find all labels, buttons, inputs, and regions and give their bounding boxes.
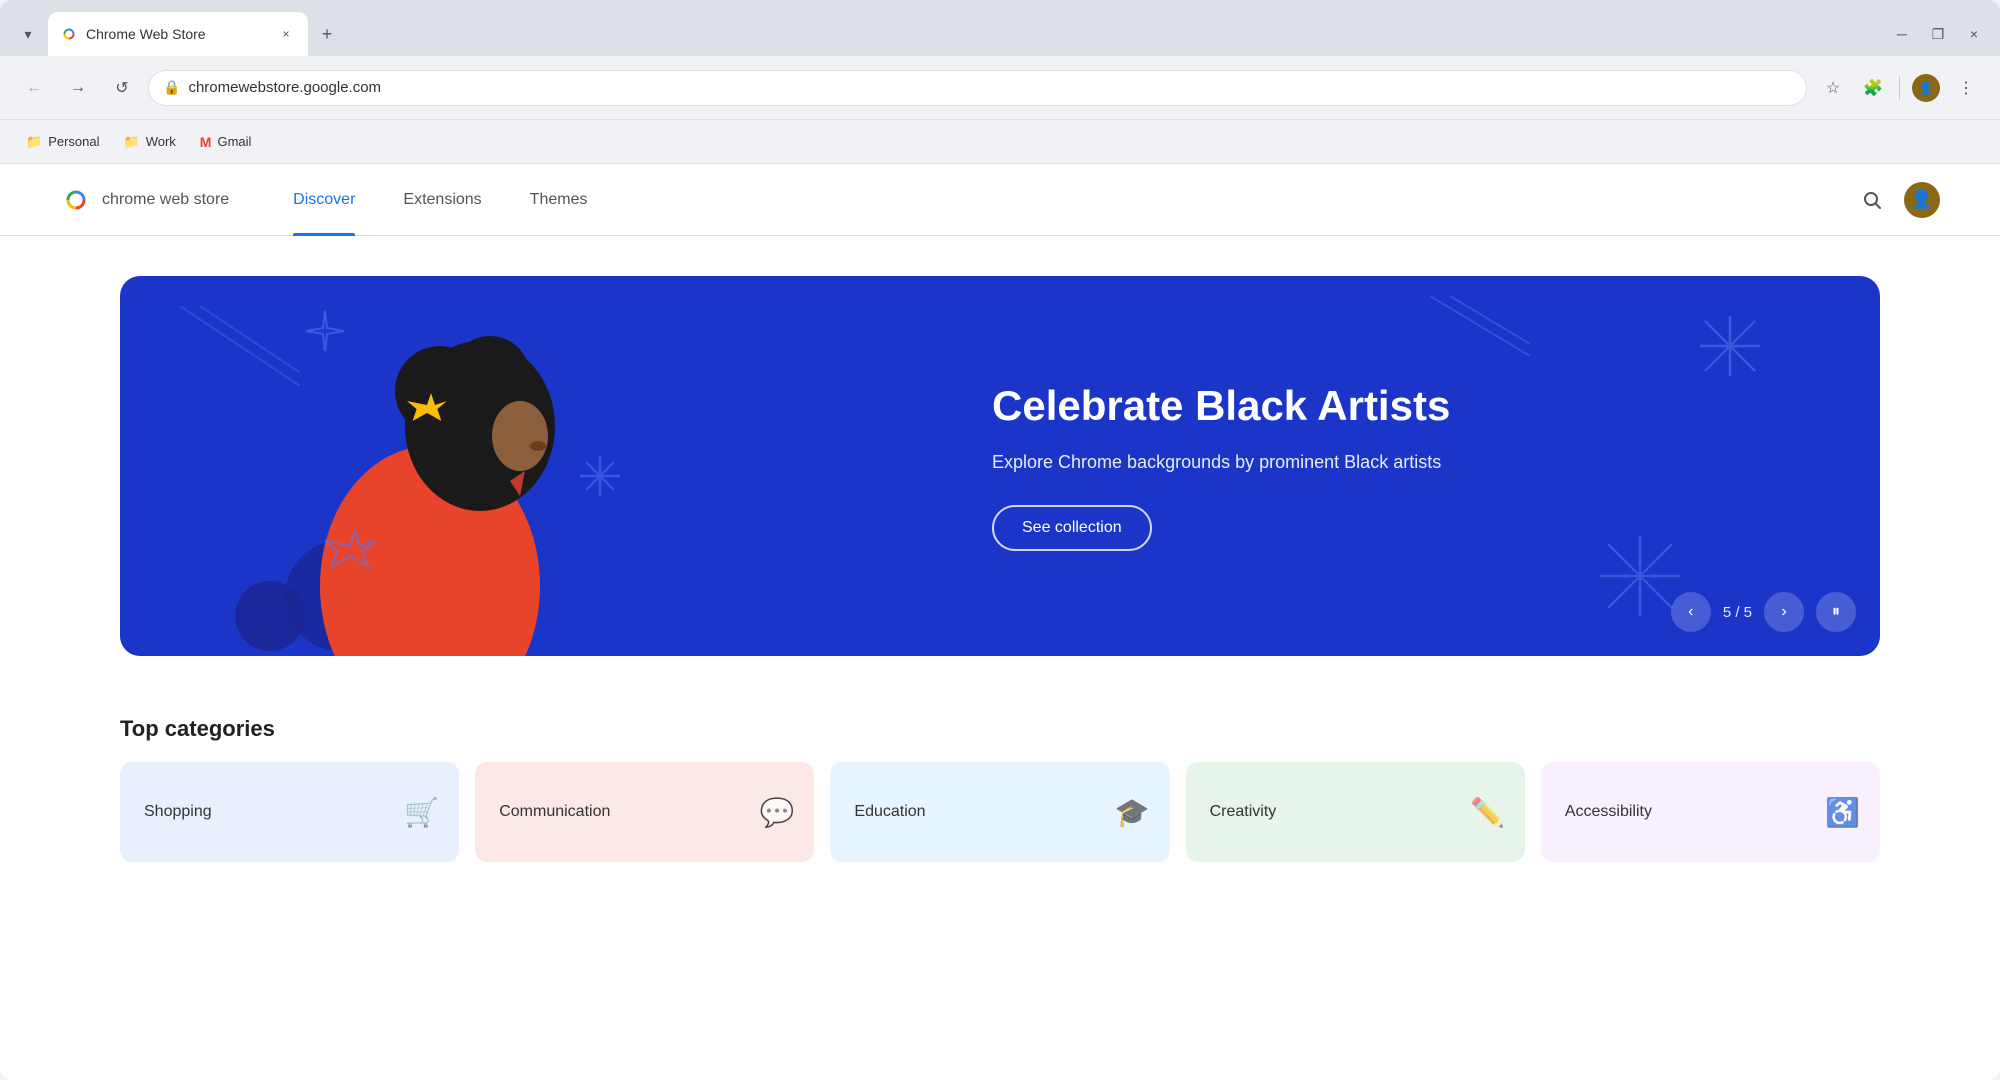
hero-illustration xyxy=(120,276,912,656)
main-content: Celebrate Black Artists Explore Chrome b… xyxy=(0,236,2000,1080)
forward-button[interactable]: → xyxy=(60,70,96,106)
new-tab-button[interactable]: + xyxy=(312,19,342,49)
chrome-menu-button[interactable]: ⋮ xyxy=(1948,70,1984,106)
category-shopping[interactable]: Shopping 🛒 xyxy=(120,762,459,862)
chrome-rainbow-icon xyxy=(60,184,92,216)
category-communication-label: Communication xyxy=(499,803,610,821)
store-name-text: chrome web store xyxy=(102,191,229,209)
category-creativity[interactable]: Creativity ✏️ xyxy=(1186,762,1525,862)
line-decoration-1 xyxy=(1430,296,1530,356)
shopping-icon: 🛒 xyxy=(404,796,439,829)
bookmark-personal[interactable]: 📁 Personal xyxy=(16,130,110,154)
back-button[interactable]: ← xyxy=(16,70,52,106)
store-header-right: 👤 xyxy=(1852,180,1940,220)
star-decoration-2 xyxy=(1700,316,1760,376)
category-accessibility-label: Accessibility xyxy=(1565,803,1652,821)
hero-navigation: ‹ 5 / 5 › ⏸ xyxy=(1671,592,1856,632)
browser-window: ▾ Chrome Web Store × + ─ xyxy=(0,0,2000,1080)
bookmarks-bar: 📁 Personal 📁 Work M Gmail xyxy=(0,120,2000,164)
bookmark-star-button[interactable]: ☆ xyxy=(1815,70,1851,106)
store-header: chrome web store Discover Extensions The… xyxy=(0,164,2000,236)
figure-svg xyxy=(150,276,650,656)
close-window-button[interactable]: × xyxy=(1960,20,1988,48)
hero-next-button[interactable]: › xyxy=(1764,592,1804,632)
category-education[interactable]: Education 🎓 xyxy=(830,762,1169,862)
tab-title: Chrome Web Store xyxy=(86,26,268,42)
categories-title: Top categories xyxy=(120,716,1880,742)
active-tab[interactable]: Chrome Web Store × xyxy=(48,12,308,56)
maximize-button[interactable]: ❐ xyxy=(1924,20,1952,48)
address-bar-right: ☆ 🧩 👤 ⋮ xyxy=(1815,70,1984,106)
hero-subtitle: Explore Chrome backgrounds by prominent … xyxy=(992,452,1800,473)
store-logo[interactable]: chrome web store xyxy=(60,184,229,216)
url-bar[interactable]: 🔒 chromewebstore.google.com xyxy=(148,70,1807,106)
folder-icon: 📁 xyxy=(26,134,42,150)
category-shopping-label: Shopping xyxy=(144,803,212,821)
gmail-icon: M xyxy=(200,134,212,150)
search-icon xyxy=(1862,190,1882,210)
hero-title: Celebrate Black Artists xyxy=(992,381,1800,431)
folder-icon: 📁 xyxy=(124,134,140,150)
tab-bar: ▾ Chrome Web Store × + ─ xyxy=(0,0,2000,56)
hero-pause-button[interactable]: ⏸ xyxy=(1816,592,1856,632)
search-button[interactable] xyxy=(1852,180,1892,220)
creativity-icon: ✏️ xyxy=(1470,796,1505,829)
hero-prev-button[interactable]: ‹ xyxy=(1671,592,1711,632)
tab-favicon xyxy=(60,25,78,43)
category-accessibility[interactable]: Accessibility ♿ xyxy=(1541,762,1880,862)
bookmark-gmail[interactable]: M Gmail xyxy=(190,130,262,154)
bookmark-personal-label: Personal xyxy=(48,134,99,149)
category-communication[interactable]: Communication 💬 xyxy=(475,762,814,862)
education-icon: 🎓 xyxy=(1115,796,1150,829)
tab-dropdown-arrow[interactable]: ▾ xyxy=(12,18,44,50)
tab-bar-right: ─ ❐ × xyxy=(1888,20,1988,56)
extensions-button[interactable]: 🧩 xyxy=(1855,70,1891,106)
user-avatar[interactable]: 👤 xyxy=(1904,182,1940,218)
store-nav: Discover Extensions Themes xyxy=(269,164,1812,236)
tab-bar-left: ▾ Chrome Web Store × + xyxy=(12,12,1884,56)
bookmark-work-label: Work xyxy=(146,134,176,149)
url-text: chromewebstore.google.com xyxy=(188,79,1792,96)
hero-counter: 5 / 5 xyxy=(1723,604,1752,621)
bookmark-gmail-label: Gmail xyxy=(217,134,251,149)
tab-close-button[interactable]: × xyxy=(276,24,296,44)
page-content: chrome web store Discover Extensions The… xyxy=(0,164,2000,1080)
profile-avatar: 👤 xyxy=(1912,74,1940,102)
reload-button[interactable]: ↺ xyxy=(104,70,140,106)
category-education-label: Education xyxy=(854,803,925,821)
nav-extensions[interactable]: Extensions xyxy=(379,164,505,236)
nav-discover[interactable]: Discover xyxy=(269,164,379,236)
top-categories-section: Top categories Shopping 🛒 Communication … xyxy=(120,716,1880,862)
category-creativity-label: Creativity xyxy=(1210,803,1277,821)
hero-text: Celebrate Black Artists Explore Chrome b… xyxy=(912,381,1880,550)
divider xyxy=(1899,76,1900,100)
address-bar: ← → ↺ 🔒 chromewebstore.google.com ☆ 🧩 👤 … xyxy=(0,56,2000,120)
nav-themes[interactable]: Themes xyxy=(506,164,612,236)
categories-row: Shopping 🛒 Communication 💬 Education 🎓 C… xyxy=(120,762,1880,862)
hero-banner: Celebrate Black Artists Explore Chrome b… xyxy=(120,276,1880,656)
see-collection-button[interactable]: See collection xyxy=(992,505,1152,551)
communication-icon: 💬 xyxy=(760,796,795,829)
minimize-button[interactable]: ─ xyxy=(1888,20,1916,48)
profile-switcher[interactable]: 👤 xyxy=(1908,70,1944,106)
accessibility-icon: ♿ xyxy=(1825,796,1860,829)
bookmark-work[interactable]: 📁 Work xyxy=(114,130,186,154)
